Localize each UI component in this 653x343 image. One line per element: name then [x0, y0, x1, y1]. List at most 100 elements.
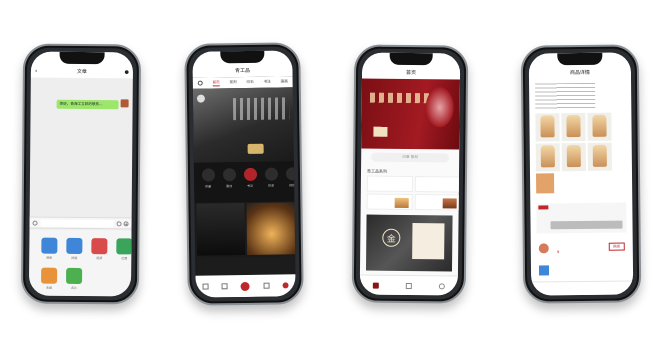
- category-label: 篆刻: [226, 184, 233, 189]
- brand-card: [412, 223, 445, 260]
- seal-image: [566, 115, 581, 138]
- category-label: 书法: [247, 183, 254, 188]
- pavilion-image: [442, 198, 457, 209]
- detail-title: 商品详情: [569, 69, 590, 77]
- mall-screen: 青工品 首页 篆刻 印石 书法 国画 印章 篆刻 书法 印泥 其他: [192, 50, 296, 298]
- action-bar[interactable]: [550, 220, 623, 230]
- category-label: 印泥: [268, 183, 275, 188]
- category-icon[interactable]: [201, 168, 216, 182]
- search-bar[interactable]: 印章 篆刻: [371, 152, 450, 163]
- price-label: ¥: [556, 249, 560, 255]
- banner-pavilion: [373, 126, 388, 137]
- message-input[interactable]: [40, 219, 114, 228]
- action-label: 收藏: [45, 285, 53, 290]
- seal-image: [566, 145, 581, 168]
- buy-button[interactable]: 购买: [608, 242, 625, 251]
- star-icon[interactable]: [41, 267, 58, 284]
- chat-input-bar[interactable]: +: [29, 216, 132, 230]
- product-mockup: ‹ 文章 ● 你好，青海工立邦的联系... + 相册 拍摄 视频 位置 收藏 名…: [0, 0, 653, 343]
- action-label: 相册: [46, 255, 53, 260]
- search-icon[interactable]: [197, 80, 203, 86]
- avatar: [538, 265, 550, 276]
- category-row: 印章 篆刻 书法 印泥 其他: [193, 161, 296, 203]
- footer-row: [531, 280, 634, 296]
- category-label: 其他: [289, 183, 296, 188]
- chat-screen: ‹ 文章 ● 你好，青海工立邦的联系... + 相册 拍摄 视频 位置 收藏 名…: [28, 51, 134, 297]
- seller-row: [537, 263, 627, 278]
- action-tray: 相册 拍摄 视频 位置 收藏 名片: [28, 229, 133, 297]
- tab-home[interactable]: 首页: [212, 79, 220, 86]
- price-tag: [538, 205, 549, 210]
- phone-chat: ‹ 文章 ● 你好，青海工立邦的联系... + 相册 拍摄 视频 位置 收藏 名…: [20, 43, 142, 305]
- user-icon[interactable]: ●: [124, 69, 128, 75]
- category-icon[interactable]: [285, 167, 296, 181]
- mall-title: 青工品: [235, 67, 251, 75]
- back-icon[interactable]: ‹: [35, 68, 37, 75]
- camera-icon[interactable]: [66, 237, 83, 255]
- tab-stone[interactable]: 印石: [247, 80, 254, 85]
- avatar: [120, 99, 129, 108]
- banner-text: [369, 92, 430, 104]
- voice-icon[interactable]: [32, 220, 38, 226]
- seal-image: [394, 197, 409, 208]
- avatar: [538, 243, 549, 254]
- video-icon[interactable]: [91, 238, 108, 255]
- emoji-icon[interactable]: [116, 221, 122, 227]
- center-icon[interactable]: [240, 281, 251, 291]
- home-icon[interactable]: [373, 282, 380, 289]
- profile-icon[interactable]: [438, 282, 445, 289]
- banner-seal: [247, 143, 264, 154]
- tab-carving[interactable]: 篆刻: [229, 80, 236, 85]
- phone-notch: [389, 52, 433, 66]
- mall-bottom-nav: [195, 274, 296, 298]
- seal-image: [540, 145, 555, 168]
- shop-bottom-nav: [359, 274, 458, 296]
- section-title: 青工品系列: [367, 168, 388, 174]
- banner-tree: [425, 87, 454, 128]
- spec-lines: [535, 82, 596, 110]
- brand-seal: 金: [382, 228, 401, 247]
- phone-notch: [557, 52, 603, 66]
- card-icon[interactable]: [66, 267, 83, 285]
- home-icon[interactable]: [202, 283, 209, 290]
- detail-screen: 商品详情 ¥ 购买: [528, 52, 634, 296]
- product-tile[interactable]: [246, 202, 296, 255]
- seal-image: [592, 114, 607, 137]
- product-card[interactable]: [414, 194, 461, 211]
- phone-notch: [59, 51, 105, 65]
- product-card[interactable]: [366, 193, 413, 211]
- shop-screen: 首页 印章 篆刻 青工品系列 金: [359, 52, 461, 296]
- plus-icon[interactable]: +: [123, 221, 129, 227]
- grid-icon[interactable]: [221, 283, 228, 290]
- seal-image: [592, 144, 607, 167]
- profile-icon[interactable]: [282, 282, 289, 289]
- banner-prev-icon[interactable]: [196, 94, 205, 103]
- shop-banner[interactable]: [361, 78, 460, 150]
- category-label: 印章: [205, 184, 212, 189]
- product-card[interactable]: [366, 175, 413, 193]
- category-icon[interactable]: [264, 167, 279, 181]
- product-image[interactable]: [535, 173, 555, 194]
- feature-block[interactable]: 金: [365, 214, 453, 272]
- tab-calligraphy[interactable]: 书法: [264, 80, 271, 85]
- phone-mall: 青工品 首页 篆刻 印石 书法 国画 印章 篆刻 书法 印泥 其他: [184, 42, 304, 306]
- location-icon[interactable]: [116, 238, 133, 255]
- category-icon[interactable]: [222, 168, 237, 182]
- product-tile[interactable]: [196, 202, 246, 256]
- category-icon[interactable]: [405, 282, 412, 289]
- seller-row: ¥ 购买: [537, 241, 627, 260]
- banner-calligraphy: [232, 97, 290, 121]
- product-card[interactable]: [414, 176, 461, 193]
- action-label: 视频: [96, 256, 103, 261]
- mall-banner[interactable]: [192, 87, 294, 163]
- shop-title: 首页: [406, 69, 417, 77]
- action-label: 名片: [70, 285, 78, 290]
- phone-notch: [220, 50, 265, 64]
- image-icon[interactable]: [41, 237, 58, 254]
- seal-image: [540, 115, 555, 138]
- category-icon[interactable]: [243, 167, 258, 181]
- action-label: 拍摄: [71, 255, 78, 260]
- tab-painting[interactable]: 国画: [281, 79, 288, 84]
- cart-icon[interactable]: [263, 282, 270, 289]
- chat-title: 文章: [76, 68, 87, 76]
